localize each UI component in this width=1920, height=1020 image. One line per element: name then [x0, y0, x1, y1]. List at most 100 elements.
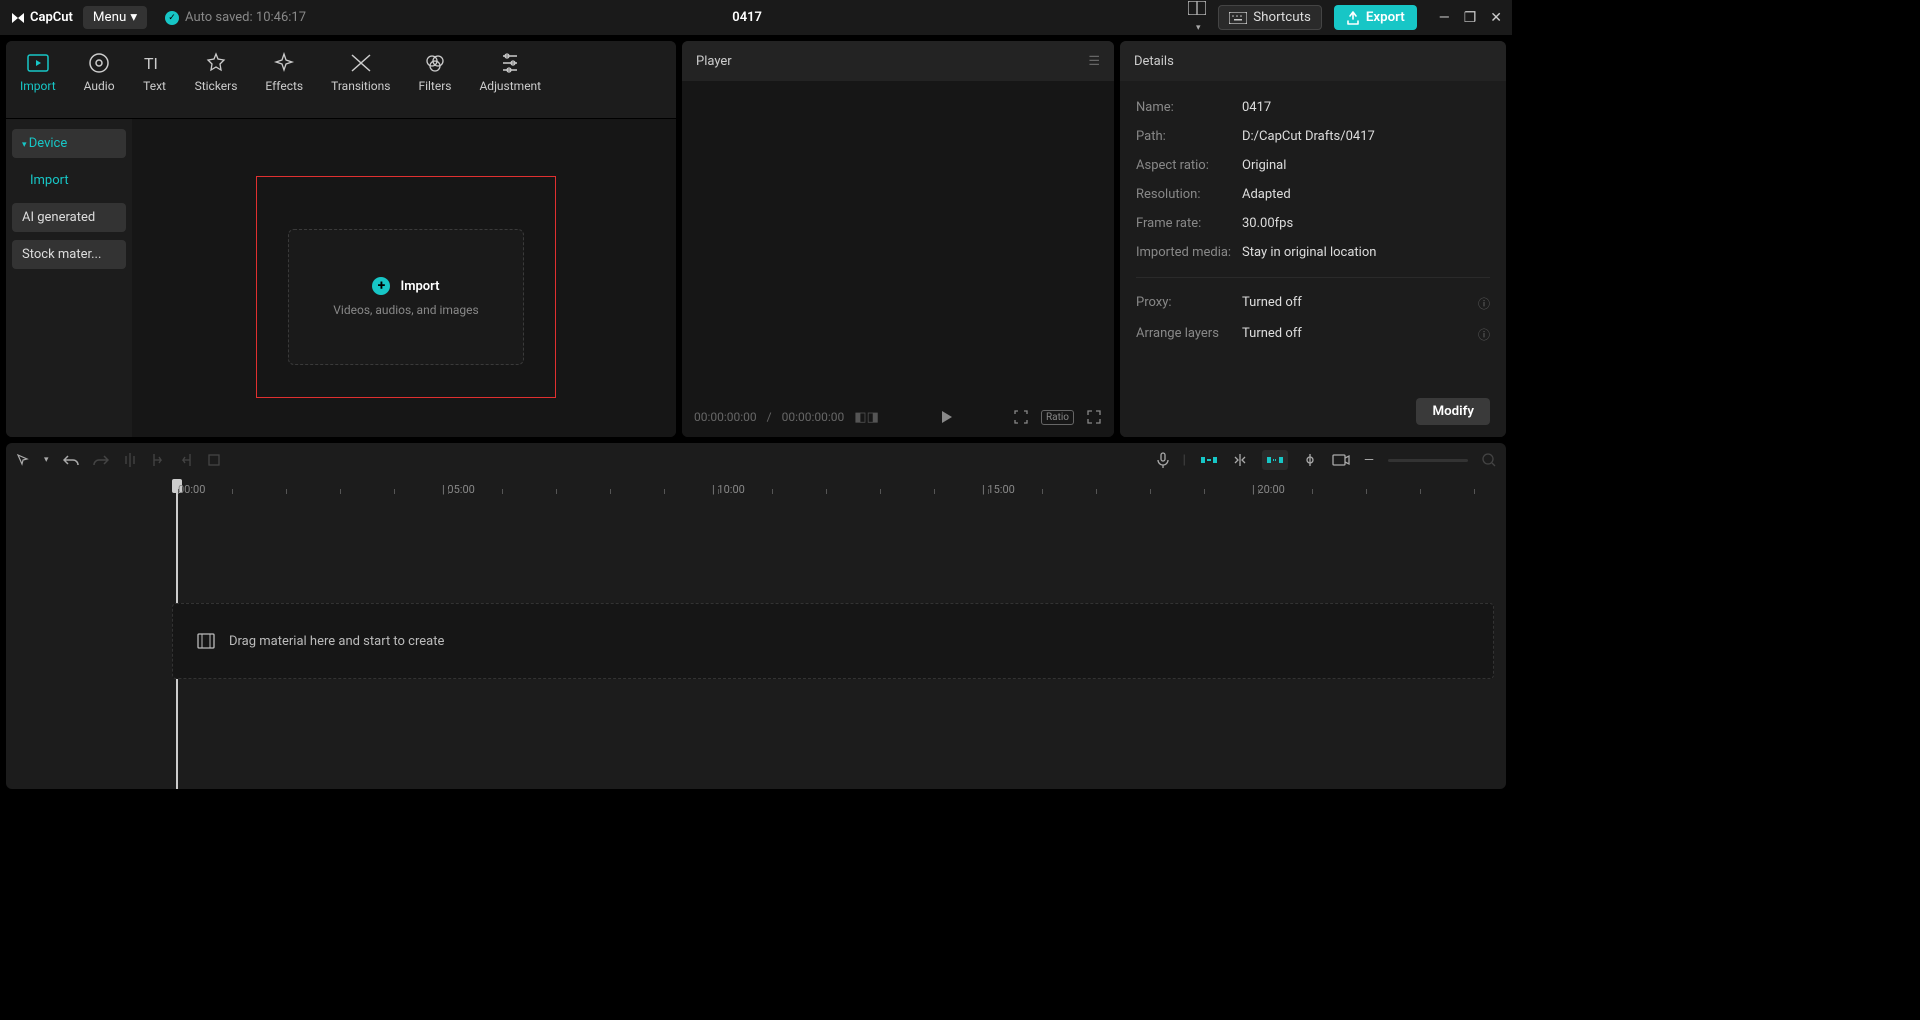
magnet-track-button[interactable] [1262, 450, 1288, 470]
delete-button[interactable] [207, 453, 221, 467]
layout-button[interactable]: ▾ [1188, 1, 1206, 34]
keyboard-icon [1229, 12, 1247, 24]
snap-center-button[interactable] [1232, 453, 1248, 467]
detail-value: D:/CapCut Drafts/0417 [1242, 129, 1490, 144]
autosave-status: ✓ Auto saved: 10:46:17 [165, 10, 306, 25]
player-panel: Player ☰ 00:00:00:00 / 00:00:00:00 ◧◨ Ra… [682, 41, 1114, 437]
tab-audio[interactable]: Audio [70, 41, 129, 118]
shortcuts-button[interactable]: Shortcuts [1218, 5, 1322, 30]
compare-icon[interactable]: ◧◨ [854, 410, 879, 425]
tab-import[interactable]: Import [6, 41, 70, 118]
sidebar-item-stock[interactable]: Stock mater... [12, 240, 126, 269]
filters-icon [423, 51, 447, 75]
align-button[interactable] [1302, 453, 1318, 467]
media-sidebar: ▾ Device Import AI generated Stock mater… [6, 119, 132, 437]
magnet-main-button[interactable] [1200, 453, 1218, 467]
ruler-mark: 00:00 [178, 483, 205, 496]
close-button[interactable]: ✕ [1490, 10, 1502, 26]
ruler-mark: | 20:00 [1252, 483, 1285, 496]
detail-value: 30.00fps [1242, 216, 1490, 231]
timeline-ruler[interactable]: 00:00 | 05:00 | 10:00 | 15:00 | 20:00 [6, 477, 1506, 503]
titlebar: CapCut Menu ▾ ✓ Auto saved: 10:46:17 041… [0, 0, 1512, 35]
menu-button[interactable]: Menu ▾ [83, 6, 147, 29]
info-icon[interactable]: ⓘ [1478, 295, 1490, 312]
transitions-icon [349, 51, 373, 75]
timeline-dropzone[interactable]: Drag material here and start to create [172, 603, 1494, 679]
media-content: + Import Videos, audios, and images [132, 119, 676, 437]
detail-value: Stay in original location [1242, 245, 1490, 260]
pointer-tool[interactable] [16, 453, 30, 467]
detail-label: Imported media: [1136, 245, 1242, 260]
ruler-mark: | 10:00 [712, 483, 745, 496]
detail-value: Adapted [1242, 187, 1490, 202]
tab-transitions[interactable]: Transitions [317, 41, 404, 118]
sidebar-item-device[interactable]: ▾ Device [12, 129, 126, 158]
app-name: CapCut [30, 10, 73, 25]
ruler-mark: | 05:00 [442, 483, 475, 496]
chevron-down-icon: ▾ [130, 10, 137, 25]
detail-value: Original [1242, 158, 1490, 173]
preview-toggle-button[interactable] [1332, 453, 1350, 467]
tab-stickers[interactable]: Stickers [181, 41, 252, 118]
detail-label: Resolution: [1136, 187, 1242, 202]
adjustment-icon [498, 51, 522, 75]
logo-icon [10, 10, 26, 26]
panel-menu-icon[interactable]: ☰ [1088, 54, 1100, 69]
info-icon[interactable]: ⓘ [1478, 326, 1490, 343]
ratio-button[interactable]: Ratio [1041, 410, 1074, 425]
import-dropzone[interactable]: + Import Videos, audios, and images [288, 229, 524, 365]
detail-label: Frame rate: [1136, 216, 1242, 231]
player-viewport: 00:00:00:00 / 00:00:00:00 ◧◨ Ratio [682, 81, 1114, 437]
film-icon [197, 633, 215, 649]
mic-button[interactable] [1157, 452, 1169, 468]
detail-value: Turned off [1242, 326, 1478, 343]
export-button[interactable]: Export [1334, 5, 1417, 30]
zoom-in-button[interactable] [1482, 453, 1496, 467]
import-tab-icon [26, 51, 50, 75]
details-panel: Details Name:0417 Path:D:/CapCut Drafts/… [1120, 41, 1506, 437]
plus-icon: + [372, 277, 390, 295]
details-header: Details [1120, 41, 1506, 81]
detail-label: Name: [1136, 100, 1242, 115]
drop-hint: Drag material here and start to create [229, 634, 444, 649]
tab-filters[interactable]: Filters [404, 41, 465, 118]
effects-icon [272, 51, 296, 75]
split-button[interactable] [123, 452, 137, 468]
minimize-button[interactable]: — [1439, 10, 1450, 26]
import-title: Import [400, 279, 439, 294]
ruler-mark: | 15:00 [982, 483, 1015, 496]
zoom-slider[interactable] [1388, 459, 1468, 462]
sidebar-item-ai[interactable]: AI generated [12, 203, 126, 232]
undo-button[interactable] [63, 453, 79, 467]
svg-text:TI: TI [144, 54, 158, 73]
project-title: 0417 [316, 10, 1178, 25]
text-icon: TI [143, 51, 167, 75]
focus-icon[interactable] [1013, 409, 1029, 425]
modify-button[interactable]: Modify [1416, 398, 1490, 425]
fullscreen-icon[interactable] [1086, 409, 1102, 425]
sidebar-item-import[interactable]: Import [12, 166, 126, 195]
import-subtitle: Videos, audios, and images [333, 303, 478, 317]
window-controls: — ❐ ✕ [1439, 10, 1502, 26]
detail-label: Path: [1136, 129, 1242, 144]
trim-left-button[interactable] [151, 452, 165, 468]
chevron-down-icon: ▾ [1196, 23, 1201, 33]
pointer-dropdown[interactable]: ▾ [44, 455, 49, 465]
play-button[interactable] [938, 409, 954, 425]
timeline-tracks[interactable]: Drag material here and start to create [6, 603, 1506, 679]
player-header: Player ☰ [682, 41, 1114, 81]
stickers-icon [204, 51, 228, 75]
export-icon [1346, 11, 1360, 25]
detail-value: 0417 [1242, 100, 1490, 115]
detail-label: Proxy: [1136, 295, 1242, 312]
tab-effects[interactable]: Effects [251, 41, 317, 118]
trim-right-button[interactable] [179, 452, 193, 468]
tab-text[interactable]: TI Text [129, 41, 181, 118]
zoom-out-button[interactable]: — [1364, 453, 1374, 468]
maximize-button[interactable]: ❐ [1464, 10, 1477, 26]
titlebar-right: ▾ Shortcuts Export — ❐ ✕ [1188, 1, 1502, 34]
redo-button[interactable] [93, 453, 109, 467]
detail-label: Aspect ratio: [1136, 158, 1242, 173]
timeline: 00:00 | 05:00 | 10:00 | 15:00 | 20:00 Dr… [6, 477, 1506, 789]
tab-adjustment[interactable]: Adjustment [465, 41, 555, 118]
